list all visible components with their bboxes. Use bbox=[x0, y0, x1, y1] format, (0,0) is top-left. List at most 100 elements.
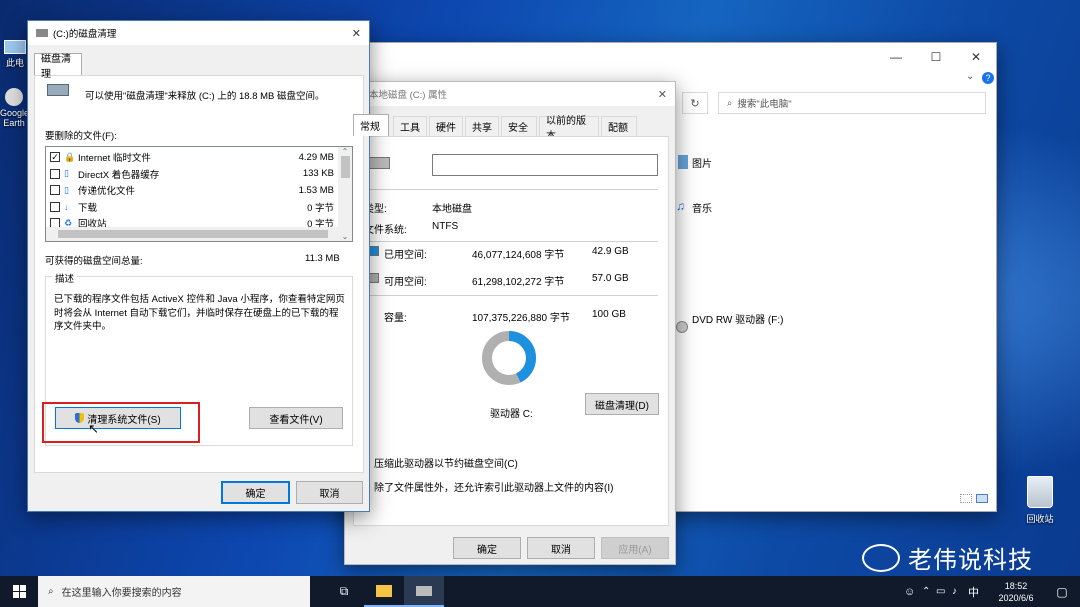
file-list-item[interactable]: ▯ 传递优化文件 1.53 MB bbox=[46, 182, 338, 199]
tab-quota[interactable]: 配额 bbox=[601, 116, 637, 136]
recycle-bin-icon bbox=[1027, 476, 1053, 508]
file-size: 1.53 MB bbox=[298, 184, 334, 196]
file-size: 0 字节 bbox=[307, 202, 334, 214]
desktop-icon-label: 回收站 bbox=[1026, 514, 1054, 524]
view-files-button[interactable]: 查看文件(V) bbox=[249, 407, 343, 429]
tray-clock[interactable]: 18:52 2020/6/6 bbox=[988, 580, 1044, 604]
lock-icon: 🔒 bbox=[64, 151, 76, 162]
close-button[interactable]: ✕ bbox=[956, 43, 996, 71]
desktop-icon-label: Google Earth bbox=[0, 108, 30, 128]
used-space-gb: 42.9 GB bbox=[592, 246, 629, 257]
scroll-up-icon[interactable]: ⌃ bbox=[338, 147, 352, 156]
files-list-hscrollbar[interactable] bbox=[46, 227, 338, 241]
filesystem-label: 文件系统: bbox=[364, 225, 407, 236]
drive-name-input[interactable] bbox=[432, 154, 658, 176]
taskbar-search-placeholder: 在这里输入你要搜索的内容 bbox=[61, 588, 182, 599]
file-list-item[interactable]: ↓ 下载 0 字节 bbox=[46, 199, 338, 216]
properties-cancel-button[interactable]: 取消 bbox=[527, 537, 595, 559]
start-button[interactable] bbox=[0, 576, 38, 607]
compress-label: 压缩此驱动器以节约磁盘空间(C) bbox=[374, 459, 518, 470]
scroll-down-icon[interactable]: ⌄ bbox=[338, 232, 352, 241]
dvd-drive-item[interactable]: DVD RW 驱动器 (F:) bbox=[692, 311, 783, 326]
tab-disk-cleanup[interactable]: 磁盘清理 bbox=[34, 53, 82, 80]
taskbar-search-box[interactable]: ⌕ 在这里输入你要搜索的内容 bbox=[38, 576, 310, 607]
file-list-item[interactable]: ▯ DirectX 着色器缓存 133 KB bbox=[46, 166, 338, 183]
taskbar-file-explorer[interactable] bbox=[364, 576, 404, 607]
file-size: 4.29 MB bbox=[298, 151, 334, 163]
tray-network-icon[interactable]: ▭ bbox=[936, 586, 952, 597]
files-list-scrollbar[interactable]: ⌃ ⌄ bbox=[338, 147, 352, 241]
close-icon[interactable]: ✕ bbox=[658, 88, 667, 101]
properties-title: 本地磁盘 (C:) 属性 bbox=[369, 90, 448, 101]
tiles-view-icon[interactable] bbox=[976, 494, 988, 503]
file-name: 传递优化文件 bbox=[78, 186, 136, 198]
tab-general[interactable]: 常规 bbox=[353, 114, 389, 136]
file-list-item[interactable]: ✓ 🔒 Internet 临时文件 4.29 MB bbox=[46, 149, 338, 166]
description-text: 已下载的程序文件包括 ActiveX 控件和 Java 小程序，你查看特定网页时… bbox=[54, 294, 345, 332]
music-item[interactable]: 音乐 bbox=[692, 200, 712, 215]
total-space-label: 可获得的磁盘空间总量: bbox=[45, 256, 143, 267]
pictures-item[interactable]: 图片 bbox=[692, 155, 712, 170]
notification-icon[interactable]: ▢ bbox=[1044, 585, 1080, 599]
cleanup-ok-button[interactable]: 确定 bbox=[221, 481, 290, 504]
capacity-label: 容量: bbox=[384, 313, 407, 324]
hscroll-thumb[interactable] bbox=[58, 230, 328, 238]
desktop-icon-this-pc[interactable]: 此电 bbox=[0, 40, 30, 69]
tray-volume-icon[interactable]: ♪ bbox=[952, 586, 968, 597]
file-checkbox[interactable] bbox=[50, 185, 60, 196]
watermark-text: 老伟说科技 bbox=[908, 547, 1033, 574]
minimize-button[interactable]: — bbox=[876, 43, 916, 71]
highlight-box bbox=[42, 402, 200, 443]
tab-tools[interactable]: 工具 bbox=[393, 116, 427, 136]
capacity-bytes: 107,375,226,880 字节 bbox=[472, 313, 570, 324]
drive-icon bbox=[368, 157, 390, 169]
desktop-icon-recycle-bin[interactable]: 回收站 bbox=[1018, 476, 1062, 525]
tab-previous-versions[interactable]: 以前的版本 bbox=[539, 116, 599, 142]
file-name: DirectX 着色器缓存 bbox=[78, 169, 160, 181]
scroll-thumb[interactable] bbox=[340, 156, 350, 178]
tray-person-icon[interactable]: ☺ bbox=[904, 586, 922, 598]
file-checkbox[interactable] bbox=[50, 168, 60, 179]
used-space-bytes: 46,077,124,608 字节 bbox=[472, 250, 565, 261]
tab-sharing[interactable]: 共享 bbox=[465, 116, 499, 136]
file-icon: ▯ bbox=[64, 168, 69, 179]
tab-security[interactable]: 安全 bbox=[501, 116, 537, 136]
cleanup-tab-strip: 磁盘清理 bbox=[34, 53, 364, 80]
total-space-value: 11.3 MB bbox=[305, 253, 340, 264]
file-checkbox[interactable] bbox=[50, 201, 60, 212]
explorer-search-input[interactable]: ⌕ 搜索"此电脑" bbox=[718, 92, 986, 114]
search-icon: ⌕ bbox=[727, 97, 733, 109]
taskbar-disk-cleanup[interactable] bbox=[404, 576, 444, 607]
capacity-gb: 100 GB bbox=[592, 309, 626, 320]
free-space-gb: 57.0 GB bbox=[592, 273, 629, 284]
compress-checkbox-row[interactable]: 压缩此驱动器以节约磁盘空间(C) bbox=[360, 455, 518, 470]
mouse-cursor-icon: ↖ bbox=[88, 421, 99, 436]
help-icon[interactable]: ? bbox=[982, 72, 994, 84]
disk-cleanup-dialog: (C:)的磁盘清理 ✕ 磁盘清理 可以使用"磁盘清理"来释放 (C:) 上的 1… bbox=[27, 20, 370, 512]
desktop-icon-google-earth[interactable]: Google Earth bbox=[0, 88, 30, 128]
index-checkbox-row[interactable]: 除了文件属性外，还允许索引此驱动器上文件的内容(I) bbox=[360, 479, 613, 494]
pictures-folder-icon bbox=[678, 155, 688, 169]
details-view-icon[interactable] bbox=[960, 494, 972, 503]
maximize-button[interactable]: ☐ bbox=[916, 43, 956, 71]
expand-ribbon-icon[interactable]: ⌄ bbox=[966, 71, 974, 82]
properties-ok-button[interactable]: 确定 bbox=[453, 537, 521, 559]
task-view-icon[interactable]: ⧉ bbox=[324, 576, 364, 607]
tab-hardware[interactable]: 硬件 bbox=[429, 116, 463, 136]
cleanup-cancel-button[interactable]: 取消 bbox=[296, 481, 363, 504]
file-checkbox[interactable]: ✓ bbox=[50, 152, 60, 163]
properties-dialog: 本地磁盘 (C:) 属性 ✕ 常规 工具 硬件 共享 安全 以前的版本 配额 类… bbox=[344, 81, 676, 565]
windows-logo-icon bbox=[12, 585, 26, 598]
type-value: 本地磁盘 bbox=[432, 204, 472, 215]
properties-apply-button[interactable]: 应用(A) bbox=[601, 537, 669, 559]
disk-cleanup-button[interactable]: 磁盘清理(D) bbox=[585, 393, 659, 415]
close-icon[interactable]: ✕ bbox=[352, 27, 361, 40]
tray-ime-indicator[interactable]: 中 bbox=[968, 584, 988, 600]
file-size: 133 KB bbox=[302, 168, 334, 180]
disk-cleanup-app-icon bbox=[416, 585, 432, 596]
file-name: Internet 临时文件 bbox=[78, 153, 151, 165]
music-note-icon: ♫ bbox=[676, 199, 685, 213]
refresh-button[interactable]: ↻ bbox=[682, 92, 708, 114]
watermark: 老伟说科技 bbox=[862, 540, 1033, 575]
tray-chevron-icon[interactable]: ⌃ bbox=[922, 586, 936, 597]
